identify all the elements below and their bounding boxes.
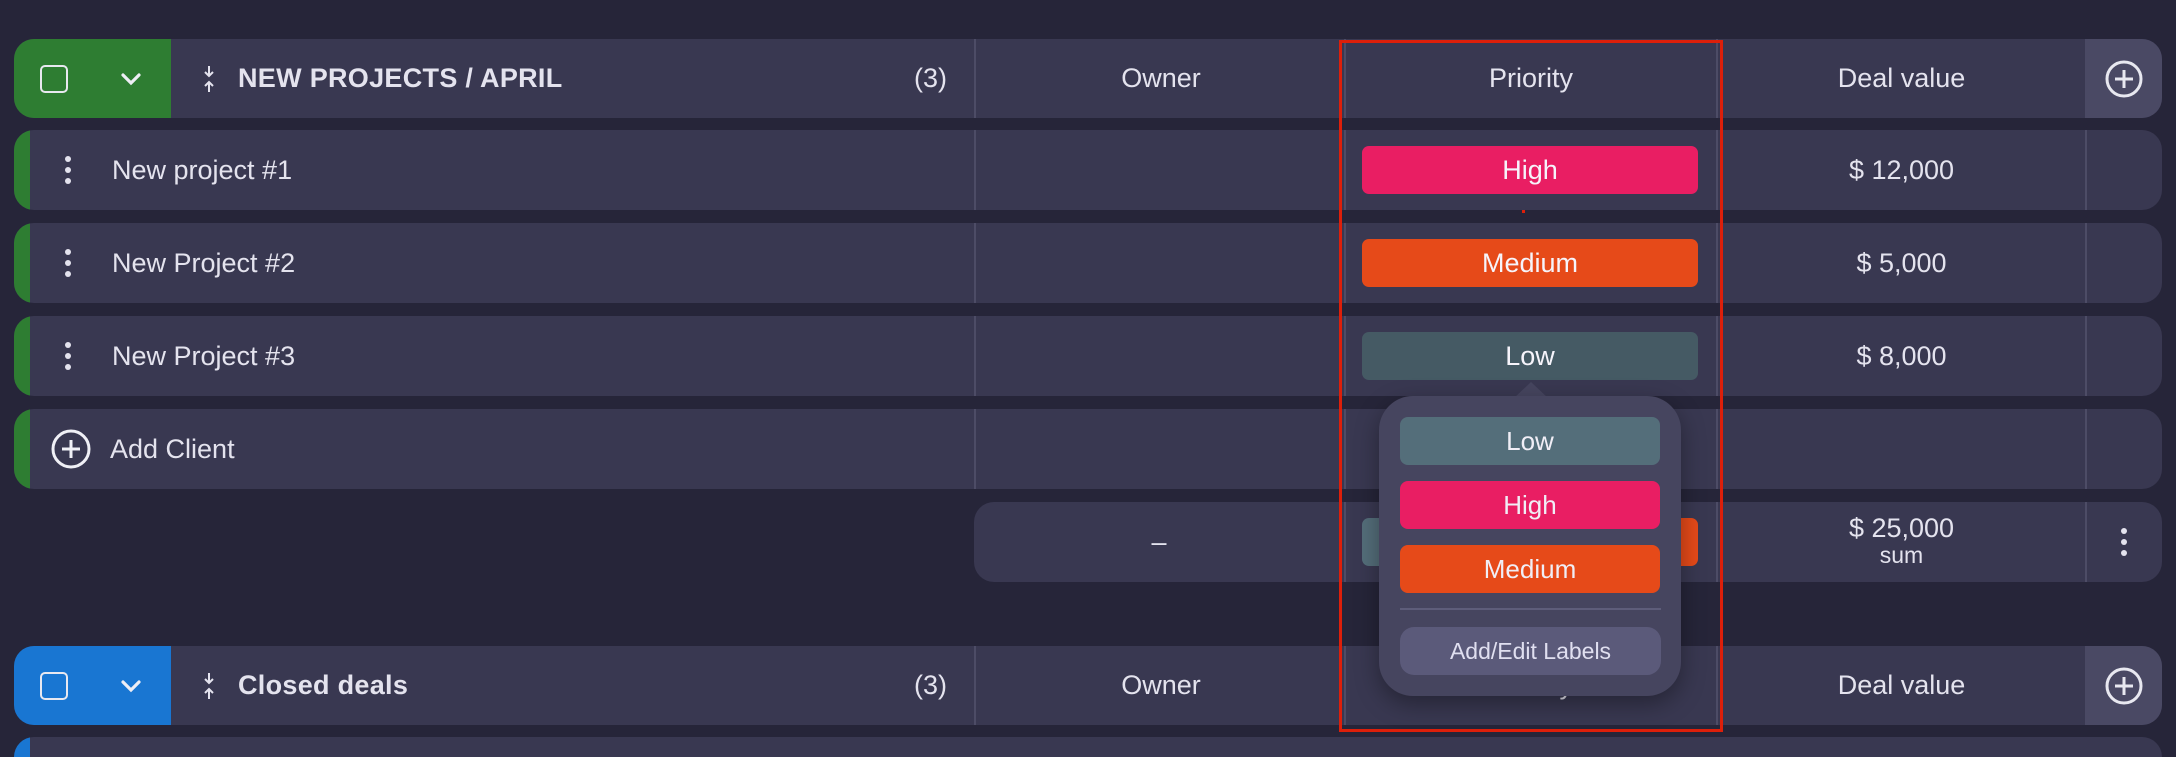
plus-circle-icon: [51, 429, 91, 469]
group-count: (3): [914, 670, 947, 700]
collapse-arrows-icon[interactable]: [202, 64, 216, 94]
group-title-text: Closed deals: [238, 670, 409, 700]
group-count: (3): [914, 63, 947, 93]
row-name[interactable]: New project #1: [112, 130, 292, 210]
deal-value-cell[interactable]: $ 5,000: [1718, 223, 2085, 303]
deal-value-summary: $ 25,000 sum: [1718, 502, 2085, 582]
table-row[interactable]: New project #1 $ 12,000: [14, 130, 2162, 210]
group2-next-row: [14, 737, 2162, 757]
group-color-stripe: [14, 316, 30, 396]
group-title[interactable]: Closed deals: [202, 646, 408, 725]
column-divider: [974, 409, 976, 489]
add-column-button[interactable]: [2085, 646, 2162, 725]
group-color-stripe: [14, 130, 30, 210]
kebab-icon: [65, 156, 71, 184]
group-title-text: NEW PROJECTS / APRIL: [238, 63, 563, 93]
column-divider: [2085, 223, 2087, 303]
chevron-down-icon[interactable]: [118, 673, 144, 699]
add-client-button[interactable]: [50, 409, 92, 489]
priority-column-highlight: [1339, 40, 1723, 732]
owner-summary: –: [1151, 526, 1167, 557]
column-header-deal-value[interactable]: Deal value: [1718, 646, 2085, 725]
group-color-stripe: [14, 409, 30, 489]
group-color-stripe: [14, 223, 30, 303]
sum-caption: sum: [1879, 542, 1924, 568]
kebab-icon: [65, 249, 71, 277]
group-title[interactable]: NEW PROJECTS / APRIL: [202, 39, 563, 118]
add-column-button[interactable]: [2085, 39, 2162, 118]
owner-cell[interactable]: [976, 130, 1346, 210]
table-row[interactable]: New Project #3 $ 8,000: [14, 316, 2162, 396]
group-header-closed-deals: Closed deals (3) Owner Priority Deal val…: [14, 646, 2162, 725]
table-row[interactable]: New Project #2 $ 5,000: [14, 223, 2162, 303]
deal-value-cell[interactable]: $ 8,000: [1718, 316, 2085, 396]
add-client-label[interactable]: Add Client: [110, 409, 235, 489]
group-color-stripe: [14, 737, 30, 757]
column-divider: [2085, 130, 2087, 210]
summary-menu-button[interactable]: [2085, 502, 2162, 582]
owner-cell[interactable]: [976, 316, 1346, 396]
kebab-icon: [2120, 528, 2127, 556]
plus-circle-icon: [2105, 60, 2142, 97]
kebab-icon: [65, 342, 71, 370]
row-menu-button[interactable]: [64, 223, 72, 303]
group-color-tab: [14, 646, 171, 725]
group-color-tab: [14, 39, 171, 118]
deal-value-cell[interactable]: $ 12,000: [1718, 130, 2085, 210]
cursor-dot: [1522, 210, 1525, 213]
deal-value-sum: $ 25,000: [1848, 513, 1955, 543]
owner-cell[interactable]: [976, 223, 1346, 303]
collapse-arrows-icon[interactable]: [202, 671, 216, 701]
row-menu-button[interactable]: [64, 316, 72, 396]
column-header-deal-value[interactable]: Deal value: [1718, 39, 2085, 118]
group-header-new-projects: NEW PROJECTS / APRIL (3) Owner Priority …: [14, 39, 2162, 118]
column-header-owner[interactable]: Owner: [976, 39, 1346, 118]
row-name[interactable]: New Project #2: [112, 223, 295, 303]
column-header-owner[interactable]: Owner: [976, 646, 1346, 725]
row-name[interactable]: New Project #3: [112, 316, 295, 396]
group-select-checkbox[interactable]: [40, 671, 68, 700]
column-divider: [2085, 316, 2087, 396]
row-menu-button[interactable]: [64, 130, 72, 210]
plus-circle-icon: [2105, 667, 2142, 704]
chevron-down-icon[interactable]: [118, 66, 144, 92]
column-divider: [2085, 409, 2087, 489]
add-client-row[interactable]: Add Client: [14, 409, 2162, 489]
group-select-checkbox[interactable]: [40, 64, 68, 93]
